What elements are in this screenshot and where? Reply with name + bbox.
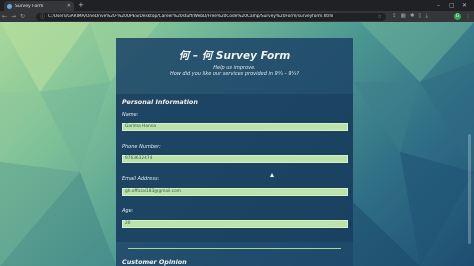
info-icon[interactable]: ⓘ bbox=[40, 13, 45, 20]
page-scrollbar[interactable] bbox=[467, 22, 472, 266]
close-tab-icon[interactable]: ✕ bbox=[67, 3, 71, 9]
age-input[interactable]: 20 bbox=[122, 220, 348, 228]
download-icon[interactable]: ⤓ bbox=[425, 12, 427, 21]
page-title: 何 – 何 Survey Form bbox=[178, 50, 291, 62]
form-header: 何 – 何 Survey Form Help us improve. How d… bbox=[116, 38, 353, 77]
sidebar-icon[interactable]: ▯ bbox=[418, 12, 421, 21]
grid-icon[interactable]: ▦ bbox=[401, 12, 406, 21]
profile-avatar[interactable]: G bbox=[454, 13, 461, 20]
page-viewport: 何 – 何 Survey Form Help us improve. How d… bbox=[0, 22, 474, 266]
name-label: Name: bbox=[122, 112, 139, 118]
bookmark-star-icon[interactable]: ☆ bbox=[378, 14, 382, 20]
maximize-button[interactable]: ▢ bbox=[449, 1, 455, 10]
menu-icon[interactable]: ⋮ bbox=[465, 12, 471, 21]
extension-icons: ⇪ ▦ ✱ ▯ ⤓ bbox=[392, 12, 428, 21]
address-bar[interactable]: ⓘ C:/Users/GARIMA/OneDrive%20-%20UPES/De… bbox=[36, 12, 386, 21]
subtitle-line-2: How did you like our services provided i… bbox=[169, 71, 300, 77]
email-input[interactable]: gh.official183@gmail.com bbox=[122, 188, 348, 196]
phone-label: Phone Number: bbox=[122, 144, 161, 150]
phone-input[interactable]: 9763632474 bbox=[122, 155, 348, 163]
browser-toolbar: ← → ↻ ⓘ C:/Users/GARIMA/OneDrive%20-%20U… bbox=[0, 11, 474, 22]
tab-survey-form[interactable]: Survey Form ✕ bbox=[4, 1, 74, 11]
tab-title: Survey Form bbox=[15, 3, 44, 9]
new-tab-button[interactable]: + bbox=[78, 1, 84, 10]
minimize-button[interactable]: – bbox=[437, 1, 440, 10]
close-window-button[interactable]: ✕ bbox=[462, 1, 467, 10]
name-input[interactable]: Garima Hanna bbox=[122, 123, 348, 131]
url-text[interactable]: C:/Users/GARIMA/OneDrive%20-%20UPES/Desk… bbox=[48, 14, 333, 19]
forward-icon[interactable]: → bbox=[9, 13, 18, 20]
globe-icon bbox=[7, 3, 12, 9]
survey-form: 何 – 何 Survey Form Help us improve. How d… bbox=[116, 38, 353, 266]
reload-icon[interactable]: ↻ bbox=[18, 13, 27, 20]
personal-information-section: Personal Information Name: Garima Hanna … bbox=[116, 94, 353, 242]
age-label: Age: bbox=[122, 208, 134, 214]
mouse-cursor bbox=[270, 173, 274, 177]
extensions-icon[interactable]: ✱ bbox=[410, 12, 415, 21]
share-icon[interactable]: ⇪ bbox=[392, 12, 397, 21]
email-label: Email Address: bbox=[122, 176, 160, 182]
scrollbar-thumb[interactable] bbox=[468, 134, 471, 244]
section-divider bbox=[128, 248, 341, 249]
section-title-personal: Personal Information bbox=[122, 98, 198, 106]
section-title-customer-opinion: Customer Opinion bbox=[122, 258, 187, 266]
tab-bar: Survey Form ✕ + – ▢ ✕ bbox=[0, 0, 474, 11]
back-icon[interactable]: ← bbox=[0, 13, 9, 20]
